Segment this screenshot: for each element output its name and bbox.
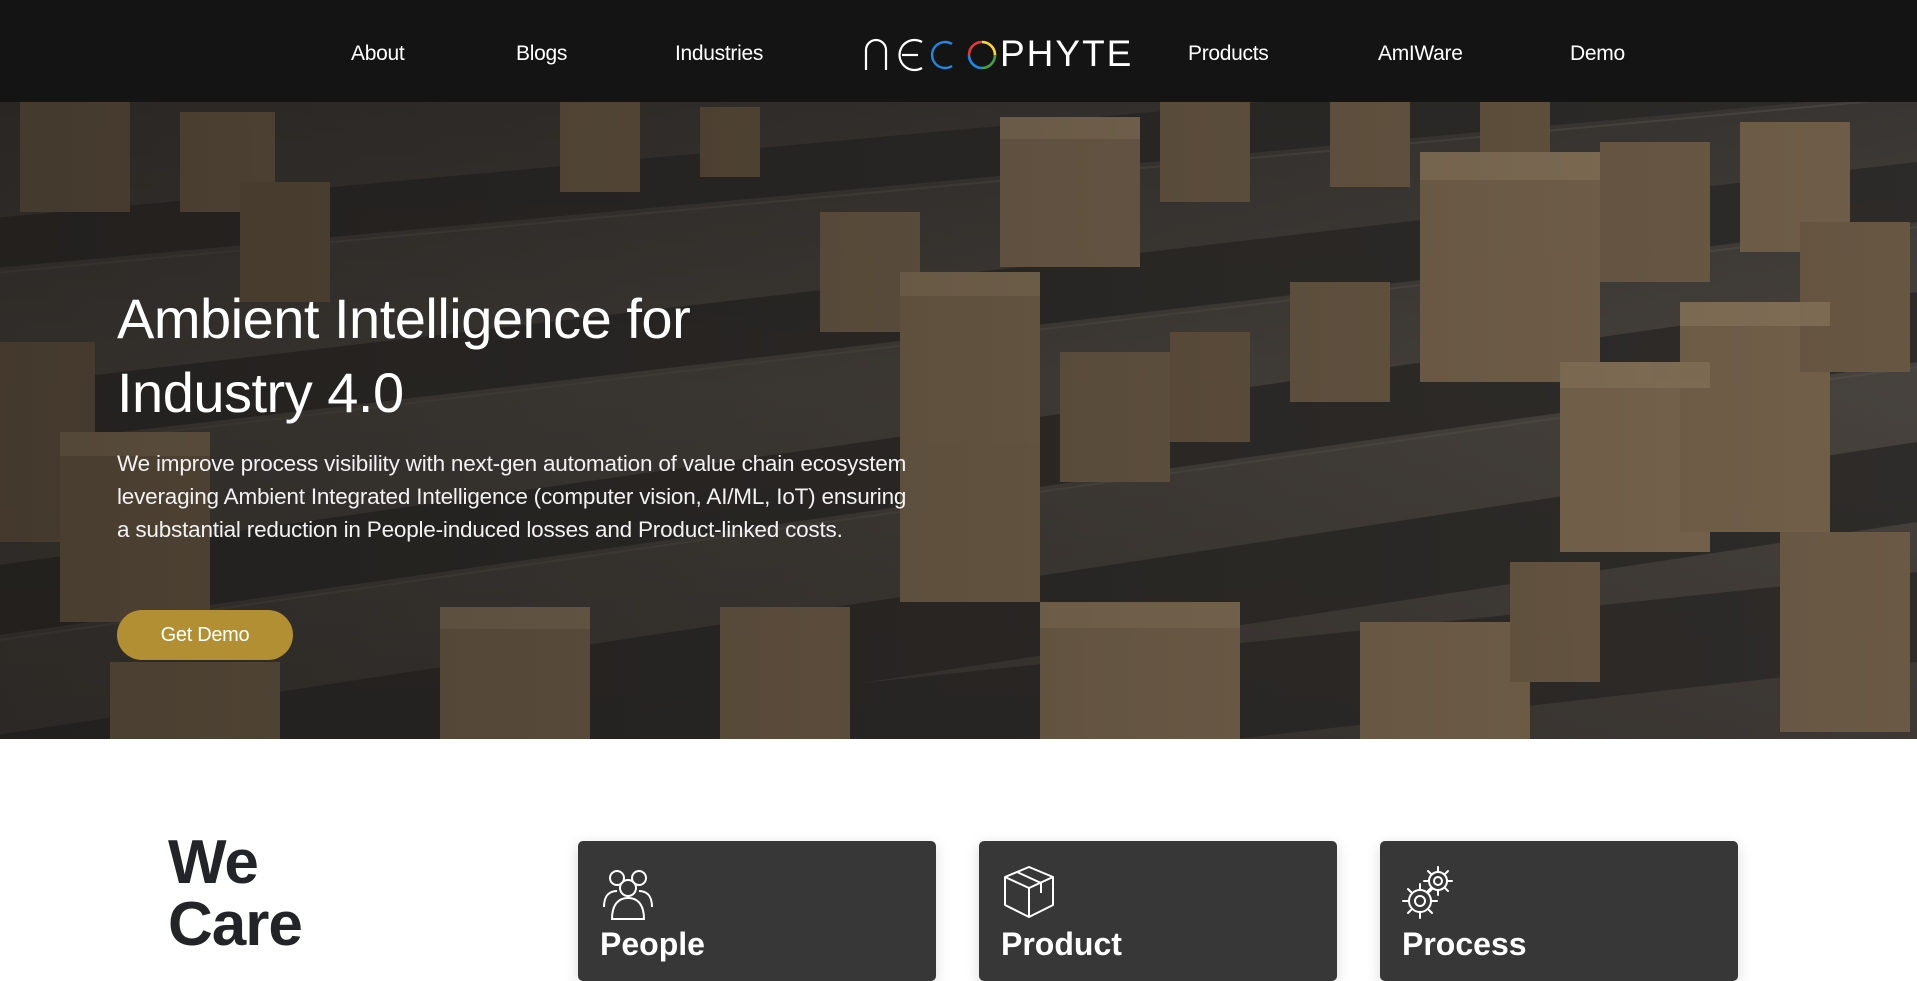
card-product-title: Product xyxy=(1001,926,1122,962)
logo-suffix: PHYTE xyxy=(1000,33,1134,74)
nav-link-amiware[interactable]: AmIWare xyxy=(1378,0,1463,102)
we-care-line-1: We xyxy=(168,828,259,897)
get-demo-button[interactable]: Get Demo xyxy=(117,610,293,660)
nav-link-industries[interactable]: Industries xyxy=(675,0,763,102)
neophyte-logo[interactable]: PHYTE xyxy=(864,35,1131,72)
card-process[interactable]: Process xyxy=(1380,841,1738,981)
box-icon xyxy=(1004,866,1054,918)
nav-link-about[interactable]: About xyxy=(351,0,405,102)
nav-link-products[interactable]: Products xyxy=(1188,0,1269,102)
hero-title: Ambient Intelligence for Industry 4.0 xyxy=(117,282,877,430)
we-care-line-2: Care xyxy=(168,890,303,959)
people-icon xyxy=(603,870,653,920)
hero-title-line-2: Industry 4.0 xyxy=(117,361,404,424)
hero-description: We improve process visibility with next-… xyxy=(117,451,907,542)
card-people-title: People xyxy=(600,926,705,962)
card-process-title: Process xyxy=(1402,926,1527,962)
hero-section: Ambient Intelligence for Industry 4.0 We… xyxy=(0,102,1917,739)
nav-link-demo[interactable]: Demo xyxy=(1570,0,1625,102)
we-care-heading: We Care xyxy=(168,832,348,956)
hero-title-line-1: Ambient Intelligence for xyxy=(117,287,691,350)
card-product[interactable]: Product xyxy=(979,841,1337,981)
navbar: About Blogs Industries PHYTE Products Am… xyxy=(0,0,1917,102)
gears-icon xyxy=(1402,866,1453,919)
card-people[interactable]: People xyxy=(578,841,936,981)
nav-link-blogs[interactable]: Blogs xyxy=(516,0,567,102)
